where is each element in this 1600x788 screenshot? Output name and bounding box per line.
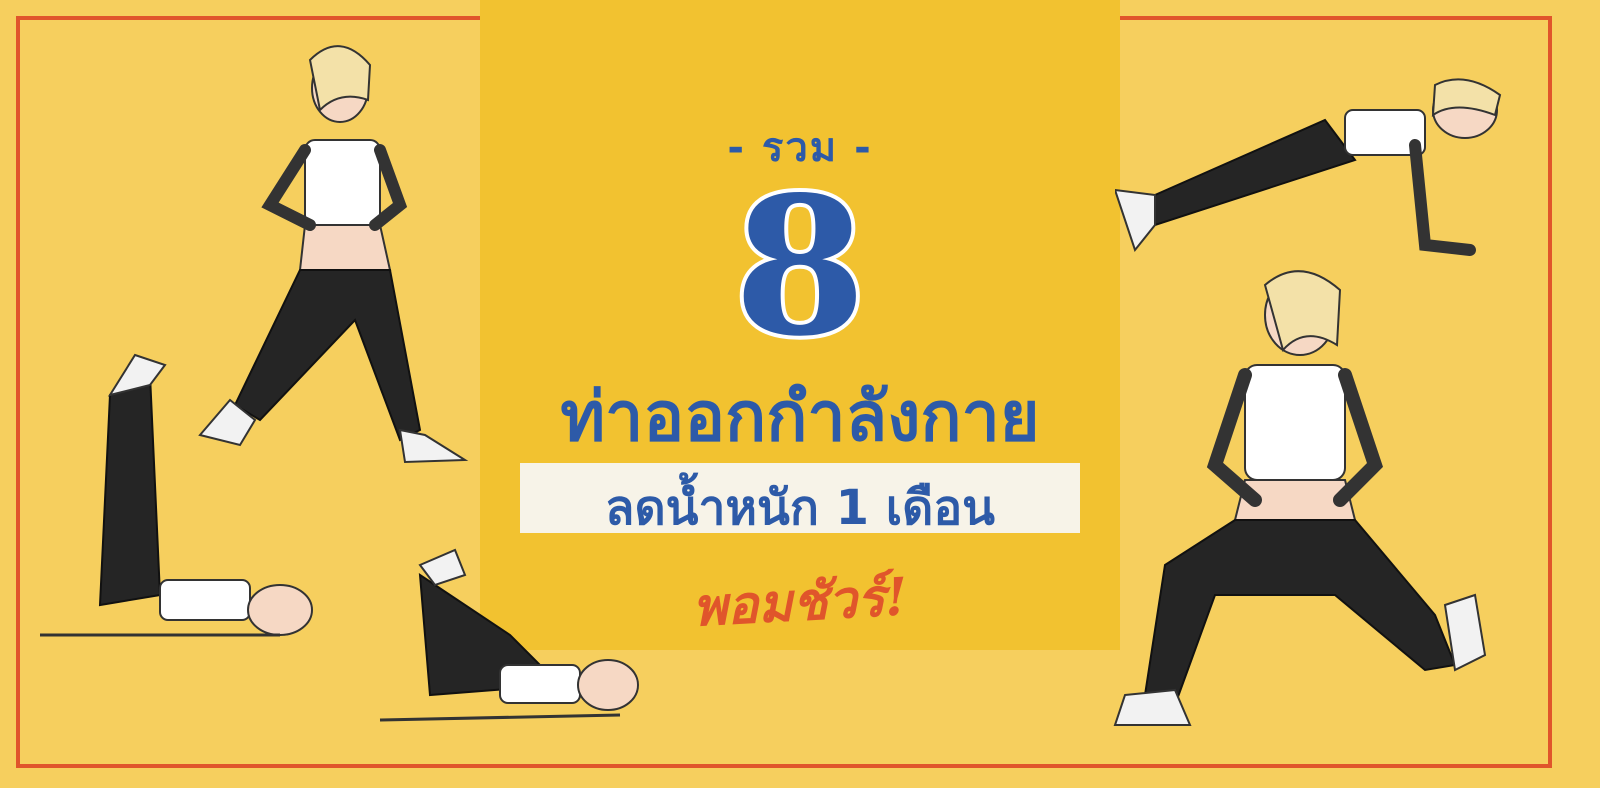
leg-raise-figure-illustration xyxy=(40,353,313,637)
plank-figure-illustration xyxy=(1115,78,1502,256)
subheadline-text: ลดน้ำหนัก 1 เดือน xyxy=(605,480,995,536)
headline-text: ท่าออกกำลังกาย xyxy=(560,378,1040,457)
exercise-banner: - รวม - 8 ท่าออกกำลังกาย ลดน้ำหนัก 1 เดื… xyxy=(0,0,1600,788)
kneeling-lunge-figure-illustration xyxy=(1113,270,1487,726)
big-number: 8 xyxy=(730,155,870,378)
